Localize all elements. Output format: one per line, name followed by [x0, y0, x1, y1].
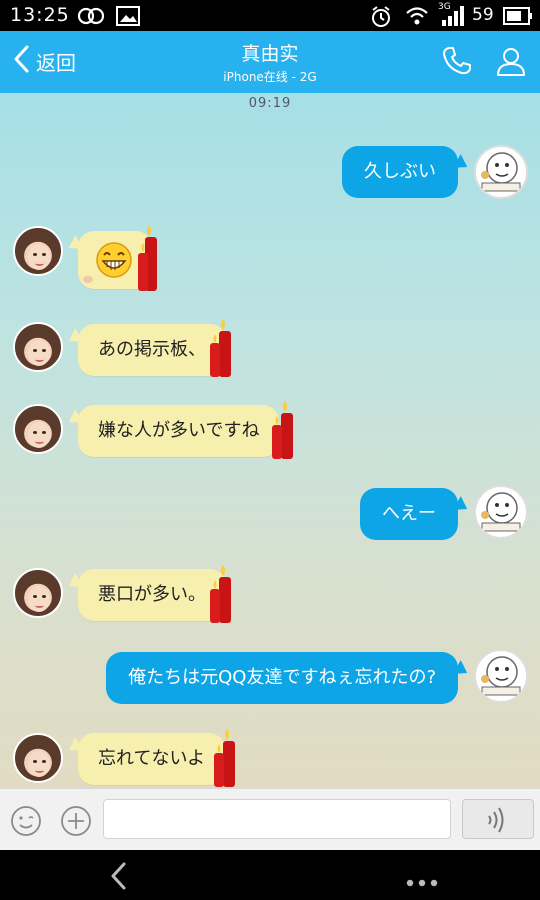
candle-decoration-icon: [208, 563, 234, 629]
contact-name: 真由实: [241, 43, 299, 65]
my-avatar[interactable]: [474, 485, 528, 539]
chat-header: 返回 真由实 iPhone在线 - 2G: [0, 31, 540, 93]
plus-icon[interactable]: [60, 805, 92, 841]
candle-decoration-icon: [270, 399, 296, 465]
chevron-left-icon: [12, 44, 30, 79]
contact-avatar[interactable]: [13, 322, 63, 372]
status-bar: 13:25 3G 59: [0, 0, 540, 31]
candle-decoration-icon: [208, 317, 234, 383]
profile-icon[interactable]: [495, 45, 527, 81]
more-icon[interactable]: [406, 872, 438, 891]
alarm-icon: [370, 6, 392, 33]
system-nav-bar: [0, 850, 540, 900]
battery-percent: 59: [472, 5, 494, 25]
message-input[interactable]: [103, 799, 451, 839]
wifi-icon: [405, 6, 429, 31]
message-bubble-outgoing[interactable]: 久しぶい: [342, 146, 458, 198]
emoji-icon[interactable]: [10, 805, 42, 841]
message-bubble-incoming[interactable]: 嫌な人が多いですね: [78, 405, 280, 457]
contact-avatar[interactable]: [13, 568, 63, 618]
message-bubble-incoming[interactable]: 悪口が多い。: [78, 569, 226, 621]
back-label: 返回: [36, 50, 76, 75]
contact-avatar[interactable]: [13, 404, 63, 454]
my-avatar[interactable]: [474, 145, 528, 199]
contact-avatar[interactable]: [13, 226, 63, 276]
candle-decoration-icon: [212, 727, 238, 793]
image-icon: [116, 6, 140, 31]
battery-icon: [503, 7, 533, 30]
message-list[interactable]: 09:19 久しぶい あの掲示板、 嫌な人が多いですね へえー 悪口が多い。 俺…: [0, 93, 540, 788]
contact-avatar[interactable]: [13, 733, 63, 783]
grin-emoji-icon: [95, 241, 133, 300]
voice-button[interactable]: [462, 799, 534, 839]
phone-icon[interactable]: [441, 45, 473, 81]
status-time: 13:25: [10, 4, 70, 26]
sound-wave-icon: [483, 807, 513, 838]
message-bubble-outgoing[interactable]: 俺たちは元QQ友達ですねぇ忘れたの?: [106, 652, 458, 704]
contact-title[interactable]: 真由实 iPhone在线 - 2G: [170, 39, 370, 85]
message-timestamp: 09:19: [248, 96, 292, 111]
my-avatar[interactable]: [474, 649, 528, 703]
candle-decoration-icon: [136, 223, 162, 299]
contact-status: iPhone在线 - 2G: [223, 70, 317, 84]
back-button[interactable]: 返回: [12, 44, 76, 78]
message-bubble-outgoing[interactable]: へえー: [360, 488, 458, 540]
nav-back-icon[interactable]: [108, 862, 128, 894]
message-bubble-incoming[interactable]: あの掲示板、: [78, 324, 226, 376]
link-icon: [77, 6, 105, 31]
input-bar: [0, 788, 540, 851]
message-bubble-incoming[interactable]: 忘れてないよ: [78, 733, 226, 785]
signal-icon: [440, 6, 466, 31]
